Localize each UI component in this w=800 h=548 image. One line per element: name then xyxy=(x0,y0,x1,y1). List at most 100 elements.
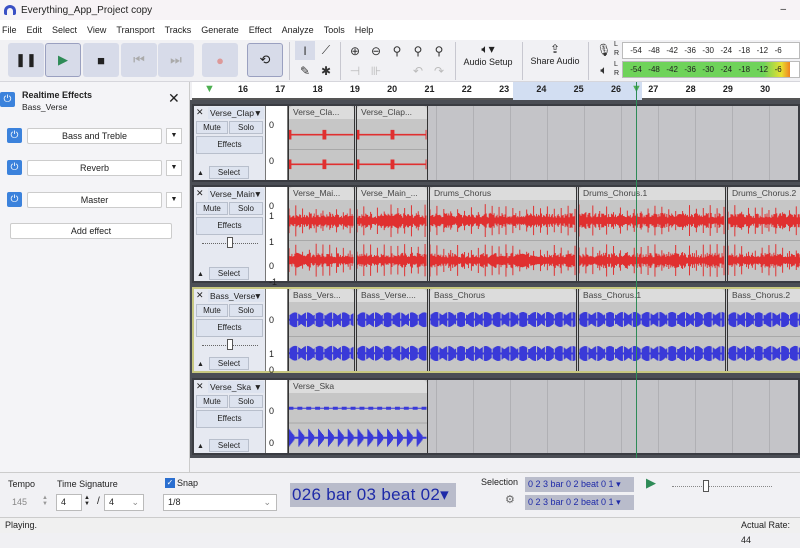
zoom-out-icon[interactable]: ⊖ xyxy=(366,41,386,60)
playback-meter[interactable]: -54 -48 -42 -36 -30 -24 -18 -12 -6 xyxy=(622,61,800,78)
zoom-toggle-icon[interactable]: ⚲ xyxy=(429,41,449,60)
fit-project-icon[interactable]: ⚲ xyxy=(408,41,428,60)
menu-analyze[interactable]: Analyze xyxy=(280,25,319,35)
close-icon[interactable]: ✕ xyxy=(168,90,180,107)
menu-help[interactable]: Help xyxy=(353,25,379,35)
speaker-icon[interactable]: 🔈︎ xyxy=(594,61,614,80)
vertical-scale[interactable]: 00 xyxy=(266,106,288,180)
track-verse-ska[interactable]: ✕ Verse_Ska ▼ Mute Solo Effects ▲ Select … xyxy=(192,378,800,455)
effect-power-icon[interactable]: ⏻ xyxy=(7,160,22,175)
select-button[interactable]: Select xyxy=(209,357,249,370)
timeline-ruler[interactable]: ▼ ▼ 161718192021222324252627282930 xyxy=(192,82,800,100)
mute-button[interactable]: Mute xyxy=(196,304,228,317)
clip-title[interactable]: Verse_Cla... xyxy=(289,106,354,119)
audio-clip[interactable]: Verse_Main_... xyxy=(356,187,428,281)
zoom-in-icon[interactable]: ⊕ xyxy=(345,41,365,60)
effect-menu-button[interactable]: ▼ xyxy=(166,160,182,176)
tracks-area[interactable]: ✕ Verse_Clap ▼ Mute Solo Effects ▲ Select… xyxy=(190,100,800,458)
clip-title[interactable]: Bass_Chorus.2 xyxy=(728,289,800,302)
close-track-icon[interactable]: ✕ xyxy=(196,381,204,392)
solo-button[interactable]: Solo xyxy=(229,121,263,134)
clip-title[interactable]: Bass_Chorus xyxy=(430,289,576,302)
gain-slider-thumb[interactable] xyxy=(227,339,233,350)
audio-clip[interactable]: Verse_Cla... xyxy=(288,106,355,180)
solo-button[interactable]: Solo xyxy=(229,202,263,215)
play-start-marker-icon[interactable]: ▼ xyxy=(204,83,215,95)
select-button[interactable]: Select xyxy=(209,166,249,179)
pause-button[interactable]: ❚❚ xyxy=(8,43,44,77)
clip-title[interactable]: Verse_Mai... xyxy=(289,187,354,200)
minimize-button[interactable]: – xyxy=(780,4,786,15)
vertical-scale[interactable]: 1 0 1 0 -1 xyxy=(266,187,288,287)
audio-clip[interactable]: Bass_Chorus.2 xyxy=(727,289,800,371)
clip-title[interactable]: Verse_Ska xyxy=(289,380,427,393)
mute-button[interactable]: Mute xyxy=(196,202,228,215)
clip-title[interactable]: Verse_Clap... xyxy=(357,106,427,119)
track-verse-clap[interactable]: ✕ Verse_Clap ▼ Mute Solo Effects ▲ Select… xyxy=(192,104,800,182)
add-effect-button[interactable]: Add effect xyxy=(10,223,172,239)
time-signature-denominator[interactable]: 4 ⌄ xyxy=(104,494,144,511)
loop-button[interactable]: ⟲ xyxy=(247,43,283,77)
track-lane[interactable]: Verse_Mai... Verse_Main_... Drums_Chorus Dr… xyxy=(288,187,800,281)
mute-button[interactable]: Mute xyxy=(196,395,228,408)
selection-start[interactable]: 0 2 3 bar 0 2 beat 0 1 ▾ xyxy=(525,477,634,492)
skip-end-button[interactable]: ⏭ xyxy=(158,43,194,77)
track-name-menu[interactable]: Bass_Verse ▼ xyxy=(208,290,264,302)
effect-menu-button[interactable]: ▼ xyxy=(166,192,182,208)
track-name-menu[interactable]: Verse_Main ▼ xyxy=(208,188,264,200)
speed-slider-thumb[interactable] xyxy=(703,480,709,492)
microphone-icon[interactable]: 🎙︎ xyxy=(594,40,614,59)
trim-icon[interactable]: ⊣ xyxy=(345,61,365,80)
audio-clip[interactable]: Drums_Chorus.2 xyxy=(727,187,800,281)
selection-tool-icon[interactable]: I xyxy=(295,41,315,60)
audio-clip[interactable]: Drums_Chorus.1 xyxy=(578,187,726,281)
select-button[interactable]: Select xyxy=(209,267,249,280)
recording-meter[interactable]: -54 -48 -42 -36 -30 -24 -18 -12 -6 xyxy=(622,42,800,59)
selection-end[interactable]: 0 2 3 bar 0 2 beat 0 1 ▾ xyxy=(525,495,634,510)
effect-power-icon[interactable]: ⏻ xyxy=(7,128,22,143)
play-button[interactable]: ▶ xyxy=(45,43,81,77)
stop-button[interactable]: ■ xyxy=(83,43,119,77)
effect-menu-button[interactable]: ▼ xyxy=(166,128,182,144)
snap-select[interactable]: 1/8 ⌄ xyxy=(163,494,277,511)
close-track-icon[interactable]: ✕ xyxy=(196,188,204,199)
gear-icon[interactable]: ⚙ xyxy=(505,493,515,506)
menu-edit[interactable]: Edit xyxy=(25,25,48,35)
audio-clip[interactable]: Verse_Mai... xyxy=(288,187,355,281)
clip-title[interactable]: Bass_Chorus.1 xyxy=(579,289,725,302)
effect-reverb[interactable]: Reverb xyxy=(27,160,162,176)
mute-button[interactable]: Mute xyxy=(196,121,228,134)
effect-power-icon[interactable]: ⏻ xyxy=(7,192,22,207)
clip-title[interactable]: Bass_Verse.... xyxy=(357,289,427,302)
power-icon[interactable]: ⏻ xyxy=(0,92,15,107)
collapse-icon[interactable]: ▲ xyxy=(197,170,204,177)
track-bass-verse[interactable]: ✕ Bass_Verse ▼ Mute Solo Effects ▲ Select… xyxy=(192,287,800,375)
vertical-scale[interactable]: 0 1 0 xyxy=(266,289,288,375)
silence-icon[interactable]: ⊪ xyxy=(366,61,386,80)
track-lane[interactable]: Verse_Cla... Verse_Clap... xyxy=(288,106,798,180)
skip-start-button[interactable]: ⏮ xyxy=(121,43,157,77)
audio-setup-button[interactable]: 🔈︎▾ Audio Setup xyxy=(460,42,516,78)
menu-effect[interactable]: Effect xyxy=(247,25,277,35)
record-button[interactable]: ● xyxy=(202,43,238,77)
audio-clip[interactable]: Bass_Chorus.1 xyxy=(578,289,726,371)
share-audio-button[interactable]: ⇪ Share Audio xyxy=(528,42,582,78)
track-lane[interactable]: Bass_Vers... Bass_Verse.... Bass_Chorus Bas… xyxy=(288,289,800,371)
clip-title[interactable]: Verse_Main_... xyxy=(357,187,427,200)
audio-clip[interactable]: Verse_Ska xyxy=(288,380,428,453)
audio-clip[interactable]: Bass_Chorus xyxy=(429,289,577,371)
collapse-icon[interactable]: ▲ xyxy=(197,443,204,450)
effect-bass-and-treble[interactable]: Bass and Treble xyxy=(27,128,162,144)
tempo-spinner[interactable]: ▲ ▼ xyxy=(42,495,48,507)
clip-title[interactable]: Drums_Chorus.2 xyxy=(728,187,800,200)
solo-button[interactable]: Solo xyxy=(229,304,263,317)
speed-slider[interactable] xyxy=(672,486,772,487)
menu-transport[interactable]: Transport xyxy=(114,25,159,35)
menu-tracks[interactable]: Tracks xyxy=(163,25,197,35)
vertical-scale[interactable]: 00 xyxy=(266,380,288,453)
effects-button[interactable]: Effects xyxy=(196,217,263,235)
effects-button[interactable]: Effects xyxy=(196,410,263,428)
solo-button[interactable]: Solo xyxy=(229,395,263,408)
clip-title[interactable]: Drums_Chorus.1 xyxy=(579,187,725,200)
multi-tool-icon[interactable]: ✱ xyxy=(316,61,336,80)
